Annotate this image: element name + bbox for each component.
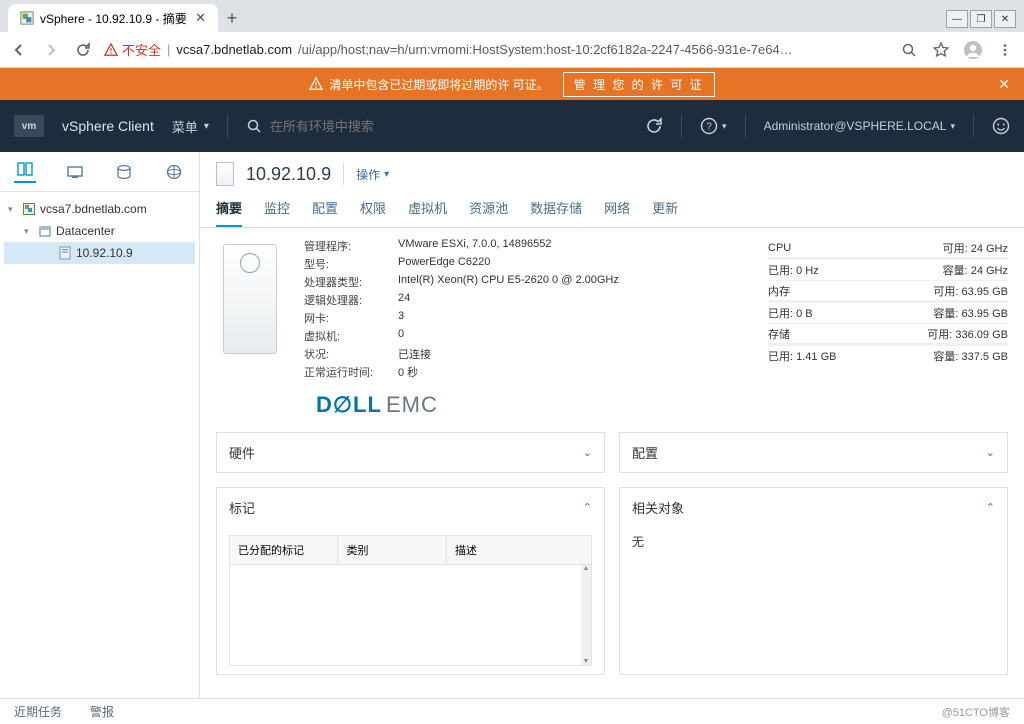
host-icon [216, 162, 234, 186]
tab-monitor[interactable]: 监控 [264, 192, 290, 227]
tree-host[interactable]: 10.92.10.9 [4, 242, 195, 264]
chevron-down-icon: ▾ [384, 169, 389, 180]
user-menu[interactable]: Administrator@VSPHERE.LOCAL ▾ [764, 119, 955, 133]
chevron-down-icon: ⌄ [986, 446, 995, 459]
tab-updates[interactable]: 更新 [652, 192, 678, 227]
new-tab-button[interactable]: + [218, 4, 246, 32]
tree-vcenter[interactable]: ▾ vcsa7.bdnetlab.com [4, 198, 195, 220]
tags-card: 标记⌃ 已分配的标记 类别 描述 [216, 487, 605, 675]
tab-datastores[interactable]: 数据存储 [530, 192, 582, 227]
network-view-icon[interactable] [163, 161, 185, 183]
tab-summary[interactable]: 摘要 [216, 192, 242, 227]
nav-forward-button[interactable] [40, 39, 62, 61]
watermark-text: @51CTO博客 [942, 704, 1010, 720]
tags-card-header[interactable]: 标记⌃ [217, 488, 604, 527]
tab-configure[interactable]: 配置 [312, 192, 338, 227]
col-category[interactable]: 类别 [338, 536, 446, 564]
related-objects-card-header[interactable]: 相关对象⌃ [620, 488, 1007, 527]
chrome-menu-icon[interactable] [994, 39, 1016, 61]
chevron-up-icon: ⌃ [986, 501, 995, 514]
recent-tasks-link[interactable]: 近期任务 [14, 703, 62, 720]
vmware-logo-icon: vm [14, 115, 44, 137]
warning-icon [104, 43, 118, 57]
bottom-bar: 近期任务 警报 @51CTO博客 [0, 698, 1024, 724]
dell-emc-logo: D∅LLEMC [316, 392, 1008, 418]
server-image [216, 238, 284, 382]
datacenter-icon [38, 224, 52, 238]
expander-icon[interactable]: ▾ [8, 204, 18, 215]
alarms-link[interactable]: 警报 [90, 703, 114, 720]
tab-vms[interactable]: 虚拟机 [408, 192, 447, 227]
tab-networks[interactable]: 网络 [604, 192, 630, 227]
license-banner: 清单中包含已过期或即将过期的许 可证。 管 理 您 的 许 可 证 ✕ [0, 68, 1024, 100]
tab-resource-pools[interactable]: 资源池 [469, 192, 508, 227]
tab-permissions[interactable]: 权限 [360, 192, 386, 227]
nav-back-button[interactable] [8, 39, 30, 61]
actions-dropdown[interactable]: 操作 ▾ [356, 166, 389, 183]
scrollbar[interactable] [581, 565, 591, 665]
host-summary-kv: 管理程序:VMware ESXi, 7.0.0, 14896552 型号:Pow… [304, 238, 748, 382]
url-path: /ui/app/host;nav=h/urn:vmomi:HostSystem:… [298, 42, 793, 57]
tab-close-icon[interactable]: ✕ [195, 10, 206, 26]
vcenter-icon [22, 202, 36, 216]
search-icon [246, 118, 262, 134]
product-title: vSphere Client [62, 118, 154, 134]
vsphere-header: vm vSphere Client 菜单▾ ?▾ Administrator@V… [0, 100, 1024, 152]
col-description[interactable]: 描述 [447, 536, 591, 564]
configuration-card-header[interactable]: 配置⌄ [620, 433, 1007, 472]
url-host: vcsa7.bdnetlab.com [176, 42, 292, 57]
chevron-up-icon: ⌃ [583, 501, 592, 514]
vms-view-icon[interactable] [64, 161, 86, 183]
resource-meters: CPU可用: 24 GHz 已用: 0 Hz容量: 24 GHz 内存可用: 6… [768, 238, 1008, 382]
window-controls: — ❐ ✕ [946, 10, 1016, 32]
inventory-tree: ▾ vcsa7.bdnetlab.com ▾ Datacenter 10.92.… [0, 192, 199, 270]
svg-text:?: ? [706, 122, 712, 133]
expander-icon[interactable]: ▾ [24, 226, 34, 237]
tree-datacenter[interactable]: ▾ Datacenter [4, 220, 195, 242]
feedback-icon[interactable] [992, 117, 1010, 135]
hosts-view-icon[interactable] [14, 161, 36, 183]
browser-tab[interactable]: vSphere - 10.92.10.9 - 摘要 ✕ [8, 4, 218, 32]
object-title: 10.92.10.9 [246, 164, 331, 185]
related-empty-text: 无 [632, 535, 644, 549]
browser-tab-strip: vSphere - 10.92.10.9 - 摘要 ✕ + — ❐ ✕ [0, 0, 1024, 32]
profile-icon[interactable] [962, 39, 984, 61]
url-box[interactable]: 不安全 | vcsa7.bdnetlab.com/ui/app/host;nav… [104, 40, 888, 59]
manage-licenses-button[interactable]: 管 理 您 的 许 可 证 [563, 72, 715, 97]
menu-dropdown[interactable]: 菜单▾ [172, 117, 209, 136]
summary-scroll-area[interactable]: 管理程序:VMware ESXi, 7.0.0, 14896552 型号:Pow… [200, 228, 1024, 698]
window-close-button[interactable]: ✕ [994, 10, 1016, 28]
hardware-card: 硬件⌄ [216, 432, 605, 473]
close-banner-icon[interactable]: ✕ [998, 76, 1010, 93]
col-assigned-tag[interactable]: 已分配的标记 [230, 536, 338, 564]
not-secure-badge: 不安全 [104, 40, 161, 59]
nav-reload-button[interactable] [72, 39, 94, 61]
global-search-input[interactable] [270, 119, 530, 134]
object-title-row: 10.92.10.9 操作 ▾ [200, 152, 1024, 192]
warning-icon [309, 77, 323, 91]
object-tabs: 摘要 监控 配置 权限 虚拟机 资源池 数据存储 网络 更新 [200, 192, 1024, 228]
chevron-down-icon: ⌄ [583, 446, 592, 459]
configuration-card: 配置⌄ [619, 432, 1008, 473]
refresh-button[interactable] [645, 117, 663, 135]
browser-tab-title: vSphere - 10.92.10.9 - 摘要 [40, 10, 187, 27]
tags-table: 已分配的标记 类别 描述 [229, 535, 592, 666]
address-bar: 不安全 | vcsa7.bdnetlab.com/ui/app/host;nav… [0, 32, 1024, 68]
host-icon [58, 246, 72, 260]
vsphere-favicon [20, 11, 34, 25]
window-maximize-button[interactable]: ❐ [970, 10, 992, 28]
bookmark-icon[interactable] [930, 39, 952, 61]
license-banner-text: 清单中包含已过期或即将过期的许 可证。 [329, 76, 548, 93]
chevron-down-icon: ▾ [204, 121, 209, 132]
storage-view-icon[interactable] [113, 161, 135, 183]
hardware-card-header[interactable]: 硬件⌄ [217, 433, 604, 472]
search-icon[interactable] [898, 39, 920, 61]
help-dropdown[interactable]: ?▾ [700, 117, 727, 135]
window-minimize-button[interactable]: — [946, 10, 968, 28]
related-objects-card: 相关对象⌃ 无 [619, 487, 1008, 675]
inventory-sidebar: ▾ vcsa7.bdnetlab.com ▾ Datacenter 10.92.… [0, 152, 200, 698]
